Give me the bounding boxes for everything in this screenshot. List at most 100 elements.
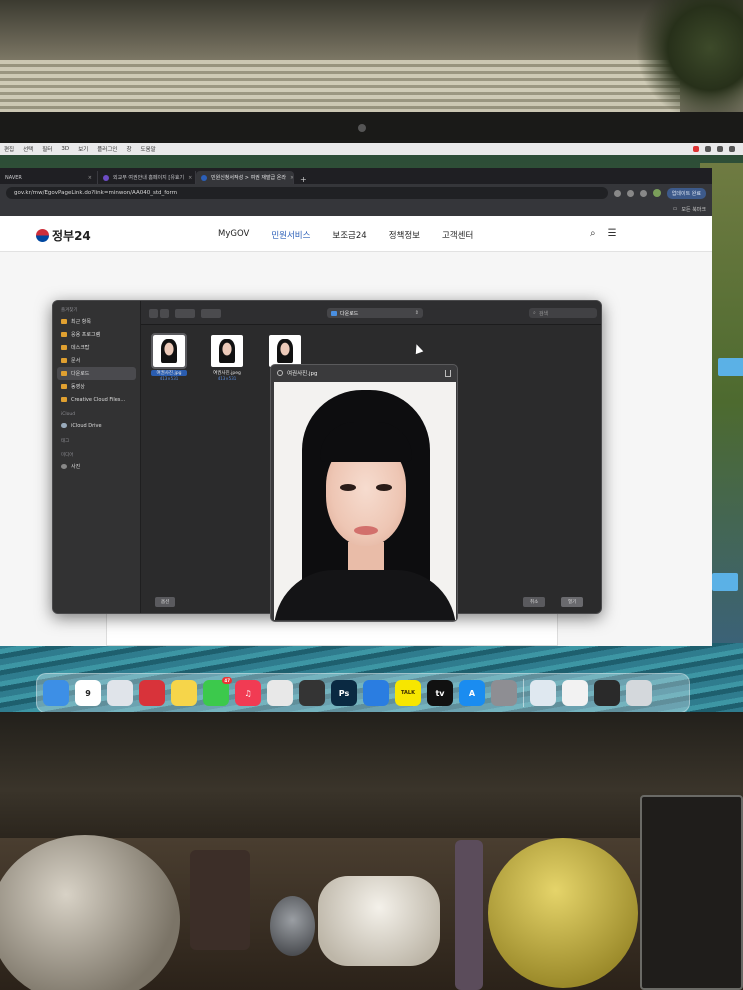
search-placeholder: 검색 [538, 310, 549, 317]
media-heading: 미디어 [61, 453, 74, 458]
close-icon[interactable]: × [88, 175, 92, 181]
preview-app-icon[interactable] [530, 680, 556, 706]
messages-icon[interactable]: 47 [203, 677, 232, 706]
trash-icon[interactable] [626, 680, 652, 706]
sidebar-item-photos[interactable]: 사진 [53, 460, 140, 473]
right-eye [376, 484, 392, 491]
desktop-folder-icon[interactable] [718, 358, 743, 376]
header-tools: ⌕ ☰ [590, 228, 617, 239]
notes-icon[interactable] [171, 680, 197, 706]
back-button[interactable] [149, 309, 158, 318]
cancel-button[interactable]: 취소 [523, 597, 546, 607]
menu-edit[interactable]: 편집 [4, 145, 14, 153]
new-tab-button[interactable]: + [294, 175, 313, 184]
final-cut-icon[interactable] [299, 680, 325, 706]
chrome-icon[interactable] [267, 680, 293, 706]
adobe-icon[interactable] [717, 146, 723, 152]
sidebar-item-recents[interactable]: 최근 항목 [53, 315, 140, 328]
tab-passport-info[interactable]: 외교부 여권안내 홈페이지 [유효기 × [98, 171, 196, 184]
perfume-bottle [455, 840, 483, 990]
sidebar-item-desktop[interactable]: 데스크탑 [53, 341, 140, 354]
site-header: 정부24 MyGOV 민원서비스 보조금24 정책정보 고객센터 ⌕ ☰ [0, 216, 712, 252]
portrait-thumbnail [277, 339, 293, 363]
share-icon[interactable] [445, 369, 451, 377]
system-settings-icon[interactable] [491, 680, 517, 706]
sidebar-item-movies[interactable]: 동영상 [53, 380, 140, 393]
tab-minwon-form[interactable]: 민원신청서작성 > 여권 재발급 온라 × [196, 171, 294, 184]
group-button[interactable] [201, 309, 221, 318]
folder-icon [331, 310, 337, 316]
download-folder-icon [61, 371, 67, 376]
user-icon[interactable] [705, 146, 711, 152]
sidebar-item-documents[interactable]: 문서 [53, 354, 140, 367]
nav-mygov[interactable]: MyGOV [218, 229, 249, 241]
desktop-folder-icon[interactable] [712, 573, 738, 591]
search-icon[interactable]: ⌕ [590, 228, 596, 239]
recent-files-icon[interactable] [594, 680, 620, 706]
music-icon[interactable]: ♫ [235, 680, 261, 706]
options-button[interactable]: 옵션 [155, 597, 176, 607]
profile-avatar[interactable] [652, 189, 661, 197]
launchpad-icon[interactable] [107, 680, 133, 706]
menu-plugins[interactable]: 플러그인 [97, 145, 117, 153]
location-popup[interactable]: 다운로드 ⇕ [327, 308, 423, 318]
menu-select[interactable]: 선택 [23, 145, 33, 153]
nav-policy[interactable]: 정책정보 [389, 229, 420, 241]
nav-minwon[interactable]: 민원서비스 [271, 229, 310, 241]
calendar-icon[interactable]: 9 [75, 680, 101, 706]
sidebar-item-creative-cloud[interactable]: Creative Cloud Files... [53, 393, 140, 406]
nav-subsidy[interactable]: 보조금24 [332, 229, 366, 241]
dock-app-label: A [468, 688, 476, 698]
kakaotalk-icon[interactable]: TALK [395, 680, 421, 706]
all-bookmarks-link[interactable]: 모든 북마크 [681, 206, 706, 213]
sidebar-item-label: 응용 프로그램 [71, 332, 101, 338]
nav-customer[interactable]: 고객센터 [442, 229, 473, 241]
papago-icon[interactable] [363, 680, 389, 706]
tab-naver[interactable]: NAVER × [0, 171, 98, 184]
menu-help[interactable]: 도움말 [141, 145, 156, 153]
dock-app-label: Ps [338, 688, 350, 698]
apple-tv-icon[interactable]: tv [427, 680, 453, 706]
sidebar-item-downloads[interactable]: 다운로드 [57, 367, 136, 380]
mac-menubar: 편집 선택 필터 3D 보기 플러그인 창 도움말 [0, 143, 743, 155]
bookmark-star-icon[interactable] [613, 189, 621, 197]
portrait-thumbnail [161, 339, 177, 363]
app-store-icon[interactable]: A [459, 680, 485, 706]
update-button[interactable]: 업데이트 완료 [666, 187, 706, 199]
menu-icon[interactable]: ☰ [608, 228, 617, 239]
clock-icon [61, 319, 67, 324]
extensions-icon[interactable] [626, 189, 634, 197]
file-item[interactable]: 여권사진.jpg 413×531 [151, 333, 187, 381]
desktop-icon [61, 345, 67, 350]
gov24-logo[interactable]: 정부24 [36, 227, 91, 244]
finder-icon[interactable] [43, 680, 69, 706]
sidebar-item-label: iCloud Drive [71, 422, 102, 429]
icon-view-button[interactable] [175, 309, 195, 318]
ceramic-bowl [318, 876, 440, 966]
file-item[interactable]: 여권사진.jpeg 413×531 [209, 335, 245, 381]
recent-photo-icon[interactable] [562, 680, 588, 706]
photo-booth-icon[interactable] [139, 680, 165, 706]
download-icon[interactable] [639, 189, 647, 197]
menu-window[interactable]: 창 [126, 145, 131, 153]
address-bar[interactable]: gov.kr/mw/EgovPageLink.do?link=minwon/AA… [6, 187, 608, 199]
sidebar-item-label: 최근 항목 [71, 319, 91, 325]
menu-filter[interactable]: 필터 [42, 145, 52, 153]
close-icon[interactable] [277, 370, 283, 376]
status-icon[interactable] [693, 146, 699, 152]
photoshop-icon[interactable]: Ps [331, 680, 357, 706]
sidebar-item-icloud-drive[interactable]: iCloud Drive [53, 419, 140, 432]
open-button[interactable]: 열기 [561, 597, 584, 607]
favicon-icon [103, 174, 109, 181]
sidebar-item-label: 데스크탑 [71, 345, 90, 351]
search-field[interactable]: ⌕ 검색 [529, 308, 597, 318]
sidebar-item-applications[interactable]: 응용 프로그램 [53, 328, 140, 341]
window-blind [0, 60, 680, 115]
close-icon[interactable]: × [188, 175, 192, 181]
menu-view[interactable]: 보기 [78, 145, 88, 153]
forward-button[interactable] [160, 309, 169, 318]
monitor-bezel [0, 112, 743, 144]
menu-3d[interactable]: 3D [61, 146, 69, 152]
bluetooth-icon[interactable] [729, 146, 735, 152]
file-thumbnail [269, 335, 301, 367]
